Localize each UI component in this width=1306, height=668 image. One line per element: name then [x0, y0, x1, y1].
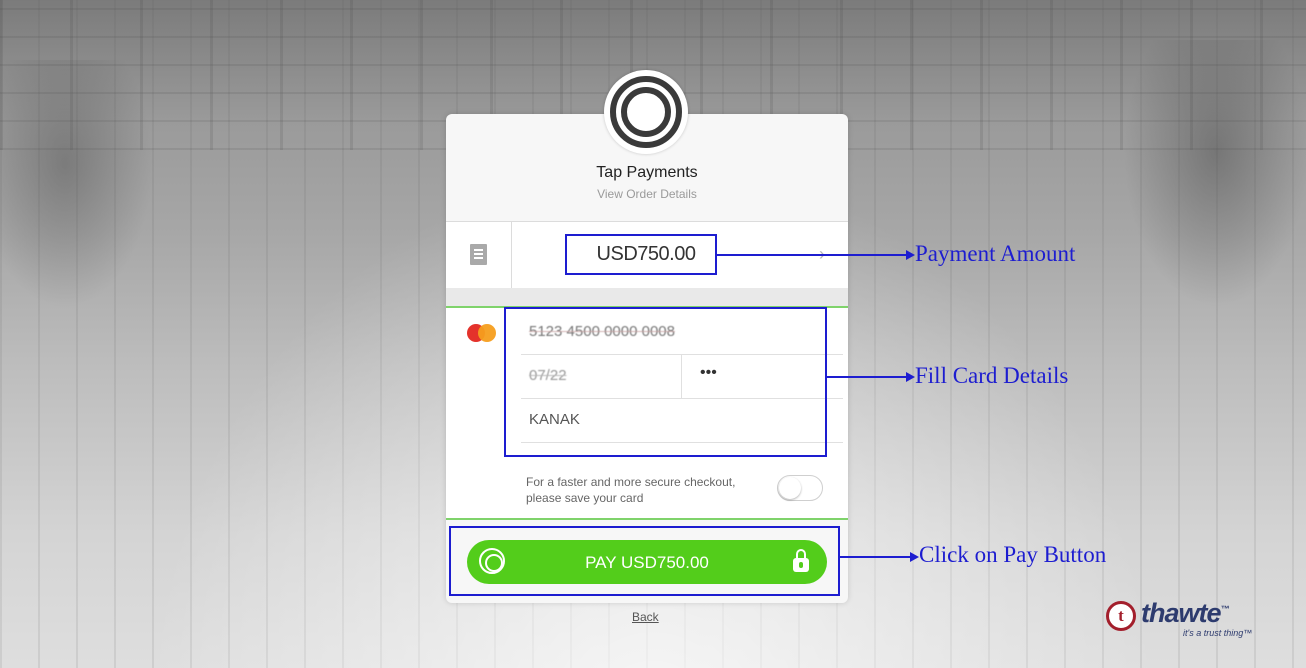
toggle-knob: [779, 477, 801, 499]
payment-amount-arrow: [717, 250, 915, 260]
receipt-icon: [470, 244, 487, 265]
thawte-wordmark: thawte™: [1141, 598, 1230, 628]
thawte-tagline: it's a trust thing™: [1183, 628, 1253, 638]
pay-button-highlight: [449, 526, 840, 596]
save-card-toggle[interactable]: [777, 475, 823, 501]
background-plant-left: [0, 60, 160, 320]
logo-inner-ring: [621, 87, 671, 137]
save-card-text: For a faster and more secure checkout, p…: [526, 475, 736, 505]
pay-button-annotation: Click on Pay Button: [919, 542, 1107, 567]
card-details-arrow: [825, 372, 915, 382]
thawte-trust-logo: t thawte™ it's a trust thing™: [1106, 598, 1256, 644]
receipt-cell: [446, 222, 512, 288]
thawte-badge-icon: t: [1106, 601, 1136, 631]
merchant-name: Tap Payments: [596, 164, 698, 181]
pay-button-arrow: [840, 552, 919, 562]
card-details-highlight: [504, 307, 827, 457]
merchant-logo-icon: [604, 70, 688, 154]
mastercard-icon: [467, 324, 497, 342]
background-plant-right: [1116, 40, 1306, 320]
payment-amount-annotation: Payment Amount: [915, 241, 1076, 266]
back-link[interactable]: Back: [632, 610, 659, 624]
separator-band: [446, 288, 848, 306]
card-details-annotation: Fill Card Details: [915, 363, 1069, 388]
payment-amount-highlight: [565, 234, 717, 275]
view-order-details-link[interactable]: View Order Details: [446, 187, 848, 201]
